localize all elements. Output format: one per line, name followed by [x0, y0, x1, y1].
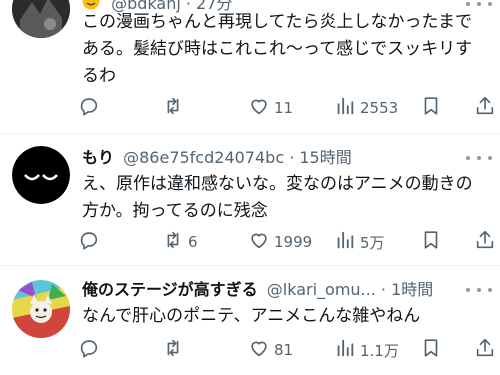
like-button[interactable]: 1999 [248, 228, 312, 256]
tweet-actions: 81 1.1万 [72, 336, 494, 364]
avatar[interactable] [12, 146, 70, 204]
views-icon [334, 229, 356, 255]
retweet-icon [162, 337, 184, 363]
reply-icon [78, 95, 100, 121]
handle-time[interactable]: @86e75fcd24074bc · 15時間 [123, 148, 352, 167]
tweet-2[interactable]: もり @86e75fcd24074bc · 15時間 え、原作は違和感ないな。変… [0, 134, 500, 264]
bookmark-icon [420, 95, 442, 121]
view-count: 2553 [360, 99, 399, 117]
like-button[interactable]: 11 [248, 94, 293, 122]
timeline-feed: @bdkanj · 27分 この漫画ちゃんと再現してたら炎上しなかったまである。… [0, 0, 500, 375]
tweet-actions: 11 2553 [72, 94, 494, 122]
view-count: 1.1万 [360, 341, 399, 360]
bookmark-icon [420, 337, 442, 363]
views-icon [334, 95, 356, 121]
share-button[interactable] [474, 228, 496, 256]
retweet-button[interactable] [162, 94, 188, 122]
views-button[interactable]: 2553 [334, 94, 398, 122]
tweet-header: 俺のステージが高すぎる @lkari_omu... · 1時間 [82, 278, 456, 302]
retweet-icon [162, 229, 184, 255]
tweet-3[interactable]: 俺のステージが高すぎる @lkari_omu... · 1時間 なんで肝心のポニ… [0, 266, 500, 375]
views-button[interactable]: 5万 [334, 228, 385, 256]
retweet-button[interactable] [162, 336, 188, 364]
tweet-actions: 6 1999 5万 [72, 228, 494, 256]
display-name[interactable]: もり [82, 148, 114, 167]
reply-icon [78, 229, 100, 255]
views-button[interactable]: 1.1万 [334, 336, 399, 364]
tweet-1[interactable]: @bdkanj · 27分 この漫画ちゃんと再現してたら炎上しなかったまである。… [0, 0, 500, 132]
bookmark-icon [420, 229, 442, 255]
retweet-button[interactable]: 6 [162, 228, 198, 256]
heart-icon [248, 229, 270, 255]
tweet-text: え、原作は違和感ないな。変なのはアニメの動きの方か。拘ってるのに残念 [82, 174, 473, 221]
reply-button[interactable] [78, 94, 104, 122]
like-button[interactable]: 81 [248, 336, 293, 364]
tweet-text: この漫画ちゃんと再現してたら炎上しなかったまである。髪結び時はこれこれ〜って感じ… [82, 12, 473, 86]
bookmark-button[interactable] [420, 336, 442, 364]
display-name[interactable]: 俺のステージが高すぎる [82, 280, 258, 299]
share-button[interactable] [474, 336, 496, 364]
reply-button[interactable] [78, 336, 104, 364]
retweet-count: 6 [188, 233, 198, 251]
retweet-icon [162, 95, 184, 121]
share-icon [474, 337, 496, 363]
reply-button[interactable] [78, 228, 104, 256]
avatar[interactable] [12, 280, 70, 338]
more-icon[interactable] [466, 280, 492, 300]
avatar[interactable] [12, 0, 70, 38]
share-icon [474, 95, 496, 121]
like-count: 1999 [274, 233, 313, 251]
reply-icon [78, 337, 100, 363]
heart-icon [248, 95, 270, 121]
share-button[interactable] [474, 94, 496, 122]
like-count: 81 [274, 341, 294, 359]
view-count: 5万 [360, 233, 385, 252]
bookmark-button[interactable] [420, 228, 442, 256]
like-count: 11 [274, 99, 294, 117]
tweet-header: もり @86e75fcd24074bc · 15時間 [82, 146, 456, 170]
handle-time[interactable]: @lkari_omu... · 1時間 [267, 280, 433, 299]
tweet-text: なんで肝心のポニテ、アニメこんな雑やねん [82, 306, 421, 326]
bookmark-button[interactable] [420, 94, 442, 122]
more-icon[interactable] [466, 148, 492, 168]
heart-icon [248, 337, 270, 363]
views-icon [334, 337, 356, 363]
share-icon [474, 229, 496, 255]
